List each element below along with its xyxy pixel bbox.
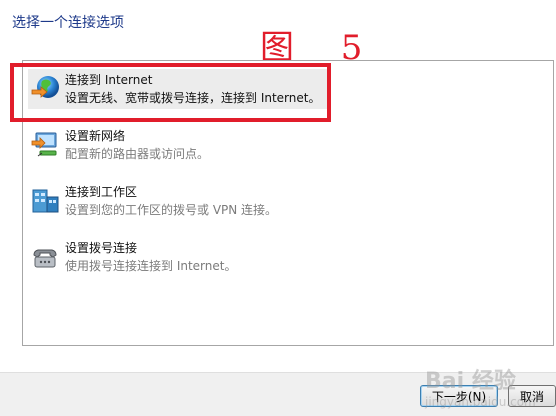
option-description: 使用拨号连接连接到 Internet。 <box>65 259 237 273</box>
highlight-box <box>10 63 331 122</box>
option-description: 配置新的路由器或访问点。 <box>65 147 210 161</box>
workplace-vpn-icon <box>32 189 59 213</box>
option-title: 设置拨号连接 <box>65 241 138 255</box>
option-title: 连接到工作区 <box>65 185 138 199</box>
page-title: 选择一个连接选项 <box>12 15 124 31</box>
option-connect-workplace[interactable]: 连接到工作区 设置到您的工作区的拨号或 VPN 连接。 <box>28 181 328 221</box>
option-title: 设置新网络 <box>65 129 126 143</box>
dialup-phone-icon <box>33 249 57 268</box>
next-button[interactable]: 下一步(N) <box>420 385 498 407</box>
option-setup-dialup[interactable]: 设置拨号连接 使用拨号连接连接到 Internet。 <box>28 237 328 277</box>
option-setup-network[interactable]: 设置新网络 配置新的路由器或访问点。 <box>28 125 328 165</box>
router-network-icon <box>31 132 57 157</box>
option-description: 设置到您的工作区的拨号或 VPN 连接。 <box>65 203 278 217</box>
dialog-footer: 下一步(N) 取消 <box>0 372 556 416</box>
cancel-button[interactable]: 取消 <box>508 385 556 407</box>
